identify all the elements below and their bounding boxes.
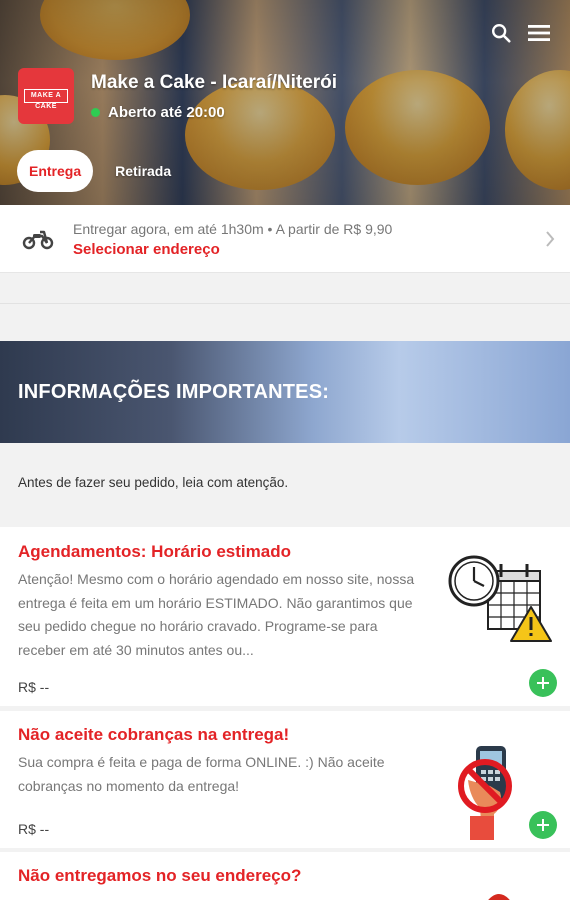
category-description: Antes de fazer seu pedido, leia com aten… (0, 443, 570, 527)
tab-entrega[interactable]: Entrega (17, 150, 94, 192)
notice-text: Antes de fazer seu pedido, leia com aten… (18, 475, 289, 490)
search-icon[interactable] (488, 20, 514, 46)
red-badge-icon (484, 890, 514, 900)
menu-icon[interactable] (526, 20, 552, 46)
product-description: Atenção! Mesmo com o horário agendado em… (18, 571, 415, 658)
product-description: Sua compra é feita e paga de forma ONLIN… (18, 754, 385, 794)
section-divider (0, 303, 570, 304)
banner-title: INFORMAÇÕES IMPORTANTES: (18, 380, 330, 403)
store-header: MAKE A CAKE Make a Cake - Icaraí/Niterói… (0, 0, 570, 205)
add-button[interactable] (529, 811, 557, 839)
no-card-machine-icon (450, 736, 530, 845)
product-title: Agendamentos: Horário estimado (18, 542, 291, 561)
order-type-tabs: Entrega Retirada (17, 150, 183, 192)
status-text: Aberto até 20:00 (108, 104, 225, 121)
delivery-eta: Entregar agora, em até 1h30m • A partir … (73, 221, 393, 237)
product-title: Não entregamos no seu endereço? (18, 866, 302, 885)
product-price: R$ -- (18, 679, 50, 695)
header-actions (488, 20, 552, 46)
store-name: Make a Cake - Icaraí/Niterói (91, 72, 338, 93)
delivery-address-row[interactable]: Entregar agora, em até 1h30m • A partir … (0, 205, 570, 273)
product-card[interactable]: Não entregamos no seu endereço? (0, 852, 570, 900)
motorcycle-icon (22, 227, 54, 256)
product-price: R$ -- (18, 821, 50, 837)
clock-calendar-warning-icon (446, 549, 552, 650)
product-card[interactable]: Agendamentos: Horário estimado Atenção! … (0, 527, 570, 706)
tab-retirada[interactable]: Retirada (93, 150, 183, 192)
product-card[interactable]: Não aceite cobranças na entrega! Sua com… (0, 711, 570, 848)
logo-text: MAKE A CAKE (24, 89, 68, 110)
chevron-right-icon (544, 229, 556, 254)
status-dot-icon (91, 108, 100, 117)
select-address-link[interactable]: Selecionar endereço (73, 241, 392, 258)
category-banner: INFORMAÇÕES IMPORTANTES: (0, 341, 570, 443)
delivery-info: Entregar agora, em até 1h30m • A partir … (73, 221, 392, 258)
product-title: Não aceite cobranças na entrega! (18, 725, 290, 744)
store-logo: MAKE A CAKE (18, 68, 74, 124)
add-button[interactable] (529, 669, 557, 697)
store-status: Aberto até 20:00 (91, 104, 225, 121)
